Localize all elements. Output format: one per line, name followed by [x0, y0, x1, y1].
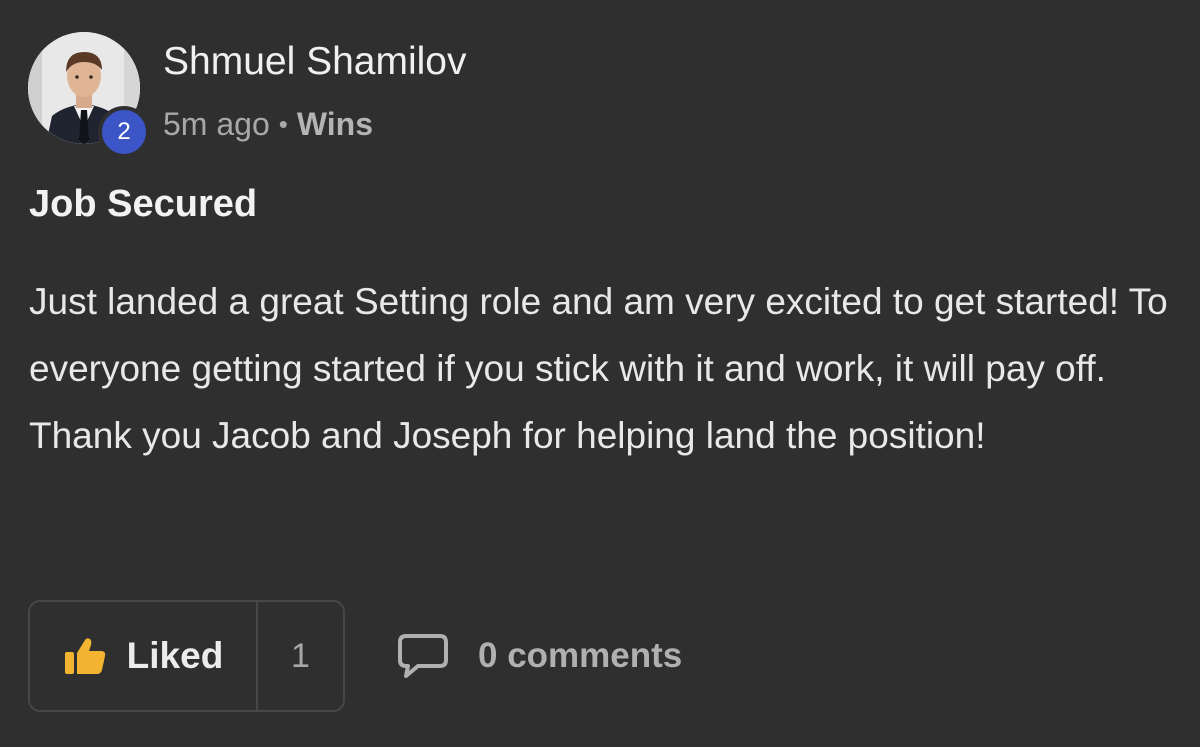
level-badge: 2	[98, 106, 150, 158]
post-time: 5m ago	[163, 106, 270, 142]
comments-count-label: 0 comments	[478, 636, 683, 675]
post-meta: 5m ago • Wins	[163, 106, 373, 143]
meta-separator: •	[278, 109, 288, 139]
post-title: Job Secured	[29, 183, 258, 225]
like-button[interactable]: Liked	[30, 602, 258, 710]
comment-bubble-icon	[398, 634, 448, 678]
comments-button[interactable]: 0 comments	[396, 628, 682, 684]
author-avatar-wrapper[interactable]: 2	[28, 32, 150, 158]
post-category[interactable]: Wins	[297, 106, 373, 143]
post-card: 2 Shmuel Shamilov 5m ago • Wins Job Secu…	[0, 0, 1200, 747]
like-group: Liked 1	[28, 600, 345, 712]
post-body: Just landed a great Setting role and am …	[29, 281, 1168, 456]
like-count[interactable]: 1	[258, 602, 343, 710]
author-name[interactable]: Shmuel Shamilov	[163, 40, 466, 84]
thumbs-up-icon	[64, 638, 105, 674]
like-label: Liked	[126, 635, 224, 676]
